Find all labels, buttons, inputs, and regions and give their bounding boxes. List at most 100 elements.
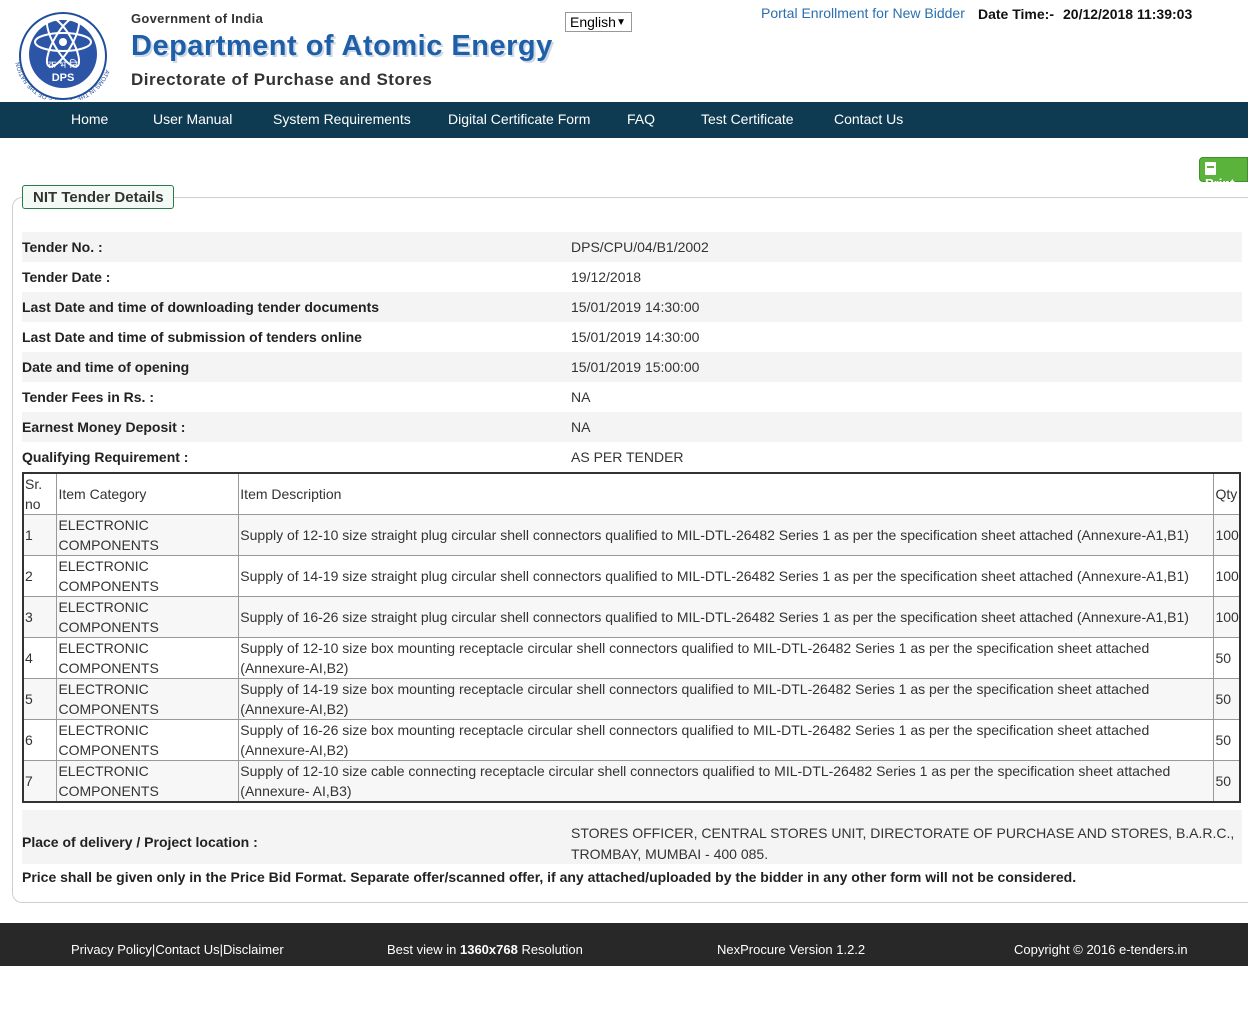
printer-icon [1205, 162, 1216, 175]
detail-label: Tender Date : [22, 269, 111, 285]
best-view-note: Best view in 1360x768 Resolution [387, 942, 583, 957]
panel-title: NIT Tender Details [22, 185, 174, 209]
detail-label: Qualifying Requirement : [22, 449, 189, 465]
copyright-label: Copyright © 2016 e-tenders.in [1014, 942, 1188, 957]
cell-sr: 3 [22, 596, 58, 638]
cell-qty: 50 [1213, 760, 1241, 803]
cell-qty: 100 [1213, 555, 1241, 597]
cell-sr: 2 [22, 555, 58, 597]
cell-category: ELECTRONIC COMPONENTS [56, 637, 240, 679]
cell-description: Supply of 14-19 size box mounting recept… [238, 678, 1215, 720]
footer-contact-link[interactable]: Contact Us [155, 942, 219, 957]
gov-label: Government of India [131, 11, 264, 26]
nav-system-requirements[interactable]: System Requirements [273, 111, 411, 127]
datetime-value: 20/12/2018 11:39:03 [1063, 6, 1193, 22]
dps-logo: क्र भं नि DPS ATOMS IN THE SERVICE OF TH… [8, 12, 110, 100]
cell-category: ELECTRONIC COMPONENTS [56, 678, 240, 720]
cell-sr: 1 [22, 514, 58, 556]
cell-qty: 100 [1213, 514, 1241, 556]
detail-row-opening-date: Date and time of opening 15/01/2019 15:0… [22, 352, 1242, 382]
nav-digital-certificate-form[interactable]: Digital Certificate Form [448, 111, 590, 127]
detail-label: Date and time of opening [22, 359, 190, 375]
detail-value: AS PER TENDER [571, 449, 684, 465]
header-item-description: Item Description [238, 472, 1215, 515]
table-row: 3 ELECTRONIC COMPONENTS Supply of 16-26 … [22, 596, 1241, 638]
cell-category: ELECTRONIC COMPONENTS [56, 596, 240, 638]
detail-label: Tender Fees in Rs. : [22, 389, 154, 405]
cell-category: ELECTRONIC COMPONENTS [56, 719, 240, 761]
chevron-down-icon: ▼ [616, 17, 626, 28]
main-nav: Home User Manual System Requirements Dig… [0, 102, 1248, 138]
svg-text:क्र भं नि: क्र भं नि [48, 59, 78, 71]
print-button[interactable]: Print [1199, 157, 1248, 191]
panel-title-divider [187, 197, 1246, 198]
table-row: 4 ELECTRONIC COMPONENTS Supply of 12-10 … [22, 637, 1241, 679]
table-row: 2 ELECTRONIC COMPONENTS Supply of 14-19 … [22, 555, 1241, 597]
cell-category: ELECTRONIC COMPONENTS [56, 555, 240, 597]
cell-description: Supply of 12-10 size cable connecting re… [238, 760, 1215, 803]
items-table: Sr. no Item Category Item Description Qt… [22, 472, 1241, 803]
nav-faq[interactable]: FAQ [627, 111, 655, 127]
cell-description: Supply of 16-26 size box mounting recept… [238, 719, 1215, 761]
detail-row-download-deadline: Last Date and time of downloading tender… [22, 292, 1242, 322]
price-note: Price shall be given only in the Price B… [22, 869, 1077, 885]
version-label: NexProcure Version 1.2.2 [717, 942, 866, 957]
site-header: क्र भं नि DPS ATOMS IN THE SERVICE OF TH… [0, 0, 1248, 102]
site-footer: Privacy Policy|Contact Us|Disclaimer Bes… [0, 923, 1248, 966]
directorate-name: Directorate of Purchase and Stores [131, 70, 433, 89]
nav-home[interactable]: Home [71, 111, 108, 127]
table-row: 7 ELECTRONIC COMPONENTS Supply of 12-10 … [22, 760, 1241, 803]
cell-qty: 50 [1213, 637, 1241, 679]
disclaimer-link[interactable]: Disclaimer [223, 942, 284, 957]
delivery-label: Place of delivery / Project location : [22, 834, 258, 850]
detail-row-qualifying-requirement: Qualifying Requirement : AS PER TENDER [22, 442, 1242, 472]
cell-description: Supply of 12-10 size straight plug circu… [238, 514, 1215, 556]
cell-sr: 7 [22, 760, 58, 803]
detail-label: Last Date and time of downloading tender… [22, 299, 380, 315]
nav-user-manual[interactable]: User Manual [153, 111, 232, 127]
delivery-value: STORES OFFICER, CENTRAL STORES UNIT, DIR… [571, 825, 1235, 862]
language-value: English [570, 14, 616, 30]
cell-category: ELECTRONIC COMPONENTS [56, 760, 240, 803]
detail-value: NA [571, 419, 591, 435]
header-qty: Qty [1213, 472, 1241, 515]
language-select[interactable]: English ▼ [565, 12, 632, 32]
detail-label: Earnest Money Deposit : [22, 419, 186, 435]
dept-name: Department of Atomic Energy [131, 30, 553, 62]
print-label: Print [1205, 176, 1235, 191]
detail-row-emd: Earnest Money Deposit : NA [22, 412, 1242, 442]
detail-row-tender-date: Tender Date : 19/12/2018 [22, 262, 1242, 292]
detail-row-tender-fees: Tender Fees in Rs. : NA [22, 382, 1242, 412]
detail-value: 15/01/2019 15:00:00 [571, 359, 700, 375]
nav-contact-us[interactable]: Contact Us [834, 111, 903, 127]
table-row: 6 ELECTRONIC COMPONENTS Supply of 16-26 … [22, 719, 1241, 761]
detail-value: 15/01/2019 14:30:00 [571, 299, 700, 315]
detail-value: NA [571, 389, 591, 405]
table-row: 5 ELECTRONIC COMPONENTS Supply of 14-19 … [22, 678, 1241, 720]
datetime-label: Date Time:- [978, 6, 1054, 22]
detail-value: 15/01/2019 14:30:00 [571, 329, 700, 345]
detail-value: DPS/CPU/04/B1/2002 [571, 239, 709, 255]
footer-policy-links: Privacy Policy|Contact Us|Disclaimer [71, 942, 284, 957]
detail-label: Last Date and time of submission of tend… [22, 329, 362, 345]
price-note-row: Price shall be given only in the Price B… [22, 866, 1242, 890]
detail-row-submission-deadline: Last Date and time of submission of tend… [22, 322, 1242, 352]
detail-label: Tender No. : [22, 239, 103, 255]
nav-test-certificate[interactable]: Test Certificate [701, 111, 794, 127]
delivery-row: Place of delivery / Project location : S… [22, 810, 1242, 864]
cell-sr: 4 [22, 637, 58, 679]
detail-row-tender-no: Tender No. : DPS/CPU/04/B1/2002 [22, 232, 1242, 262]
cell-category: ELECTRONIC COMPONENTS [56, 514, 240, 556]
table-row: 1 ELECTRONIC COMPONENTS Supply of 12-10 … [22, 514, 1241, 556]
cell-sr: 5 [22, 678, 58, 720]
cell-qty: 100 [1213, 596, 1241, 638]
cell-qty: 50 [1213, 678, 1241, 720]
portal-enrollment-link[interactable]: Portal Enrollment for New Bidder [761, 5, 965, 21]
header-item-category: Item Category [56, 472, 240, 515]
cell-qty: 50 [1213, 719, 1241, 761]
cell-description: Supply of 14-19 size straight plug circu… [238, 555, 1215, 597]
privacy-policy-link[interactable]: Privacy Policy [71, 942, 152, 957]
detail-value: 19/12/2018 [571, 269, 642, 285]
header-sr-no: Sr. no [22, 472, 58, 515]
cell-description: Supply of 16-26 size straight plug circu… [238, 596, 1215, 638]
